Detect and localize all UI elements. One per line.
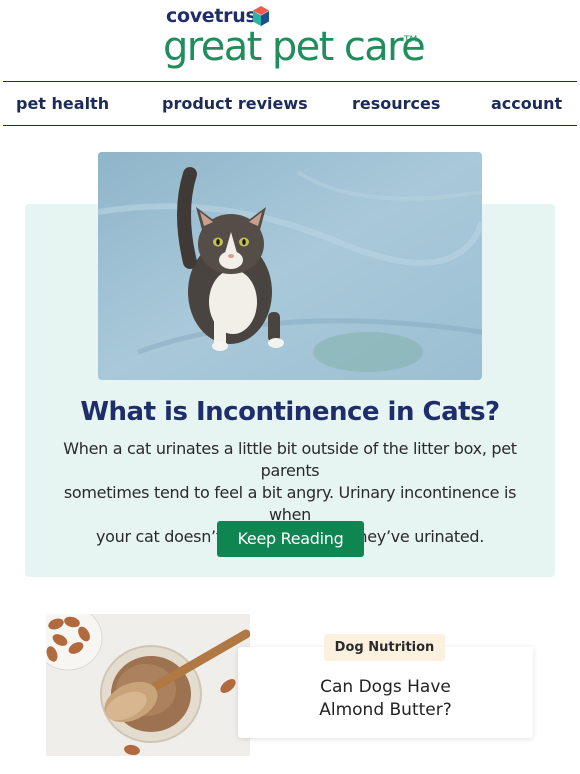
- category-badge[interactable]: Dog Nutrition: [324, 634, 445, 661]
- article-title[interactable]: Can Dogs Have Almond Butter?: [238, 676, 533, 722]
- keep-reading-button[interactable]: Keep Reading: [217, 521, 364, 557]
- nav-account[interactable]: account: [491, 94, 562, 113]
- article-title-line: Almond Butter?: [319, 700, 452, 720]
- site-header: covetrus great pet care TM: [0, 0, 580, 80]
- trademark-symbol: TM: [404, 35, 418, 45]
- nav-product-reviews[interactable]: product reviews: [162, 94, 308, 113]
- great-pet-care-logo[interactable]: great pet care: [163, 23, 426, 71]
- feature-description-line: sometimes tend to feel a bit angry. Urin…: [63, 483, 517, 524]
- cat-on-bed-photo[interactable]: [98, 152, 482, 380]
- main-nav: pet health product reviews resources acc…: [3, 81, 577, 126]
- nav-resources[interactable]: resources: [352, 94, 440, 113]
- almond-butter-photo[interactable]: [46, 614, 250, 756]
- article-title-line: Can Dogs Have: [320, 677, 451, 697]
- nav-pet-health[interactable]: pet health: [16, 94, 109, 113]
- feature-title[interactable]: What is Incontinence in Cats?: [25, 397, 555, 427]
- feature-description-line: When a cat urinates a little bit outside…: [63, 439, 517, 480]
